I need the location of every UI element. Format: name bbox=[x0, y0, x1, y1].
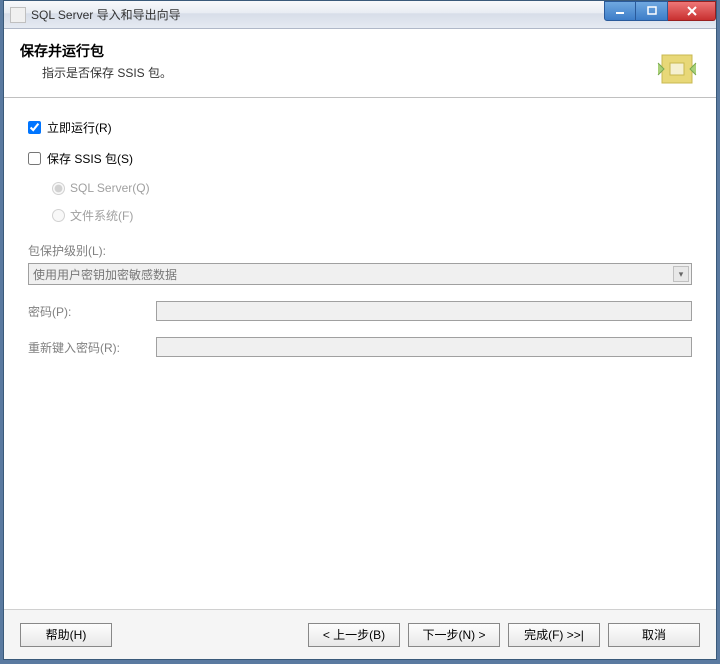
wizard-window: SQL Server 导入和导出向导 保存并运行包 指示是否保存 SSIS 包。 bbox=[3, 0, 717, 660]
radio-sqlserver-row: SQL Server(Q) bbox=[52, 181, 692, 195]
close-icon bbox=[686, 6, 698, 16]
run-now-label[interactable]: 立即运行(R) bbox=[47, 119, 112, 136]
save-ssis-checkbox[interactable] bbox=[28, 152, 41, 165]
run-now-row: 立即运行(R) bbox=[28, 119, 692, 136]
finish-button[interactable]: 完成(F) >>| bbox=[508, 623, 600, 647]
wizard-content: 立即运行(R) 保存 SSIS 包(S) SQL Server(Q) 文件系统(… bbox=[4, 99, 716, 629]
save-target-group: SQL Server(Q) 文件系统(F) bbox=[52, 181, 692, 224]
save-ssis-label[interactable]: 保存 SSIS 包(S) bbox=[47, 150, 133, 167]
back-button[interactable]: < 上一步(B) bbox=[308, 623, 400, 647]
password-label: 密码(P): bbox=[28, 303, 148, 320]
retype-password-field bbox=[156, 337, 692, 357]
close-button[interactable] bbox=[668, 1, 716, 21]
minimize-button[interactable] bbox=[604, 1, 636, 21]
maximize-icon bbox=[647, 6, 657, 16]
next-button[interactable]: 下一步(N) > bbox=[408, 623, 500, 647]
password-row: 密码(P): bbox=[28, 301, 692, 321]
radio-sqlserver-label: SQL Server(Q) bbox=[70, 181, 150, 195]
cancel-button[interactable]: 取消 bbox=[608, 623, 700, 647]
password-field bbox=[156, 301, 692, 321]
wizard-footer: 帮助(H) < 上一步(B) 下一步(N) > 完成(F) >>| 取消 bbox=[4, 609, 716, 659]
radio-sqlserver bbox=[52, 182, 65, 195]
radio-filesystem-row: 文件系统(F) bbox=[52, 207, 692, 224]
maximize-button[interactable] bbox=[636, 1, 668, 21]
protection-level-value: 使用用户密钥加密敏感数据 bbox=[33, 266, 177, 283]
window-controls bbox=[604, 1, 716, 21]
wizard-header: 保存并运行包 指示是否保存 SSIS 包。 bbox=[4, 29, 716, 97]
retype-password-row: 重新键入密码(R): bbox=[28, 337, 692, 357]
save-ssis-row: 保存 SSIS 包(S) bbox=[28, 150, 692, 167]
protection-level-dropdown: 使用用户密钥加密敏感数据 ▾ bbox=[28, 263, 692, 285]
help-button[interactable]: 帮助(H) bbox=[20, 623, 112, 647]
page-subtitle: 指示是否保存 SSIS 包。 bbox=[42, 64, 700, 81]
app-icon bbox=[10, 7, 26, 23]
run-now-checkbox[interactable] bbox=[28, 121, 41, 134]
window-title: SQL Server 导入和导出向导 bbox=[31, 6, 181, 23]
retype-password-label: 重新键入密码(R): bbox=[28, 339, 148, 356]
protection-level-label: 包保护级别(L): bbox=[28, 242, 692, 259]
radio-filesystem-label: 文件系统(F) bbox=[70, 207, 133, 224]
radio-filesystem bbox=[52, 209, 65, 222]
package-icon bbox=[652, 43, 700, 91]
minimize-icon bbox=[615, 6, 625, 16]
page-title: 保存并运行包 bbox=[20, 41, 700, 61]
titlebar[interactable]: SQL Server 导入和导出向导 bbox=[4, 1, 716, 29]
chevron-down-icon: ▾ bbox=[673, 266, 689, 282]
